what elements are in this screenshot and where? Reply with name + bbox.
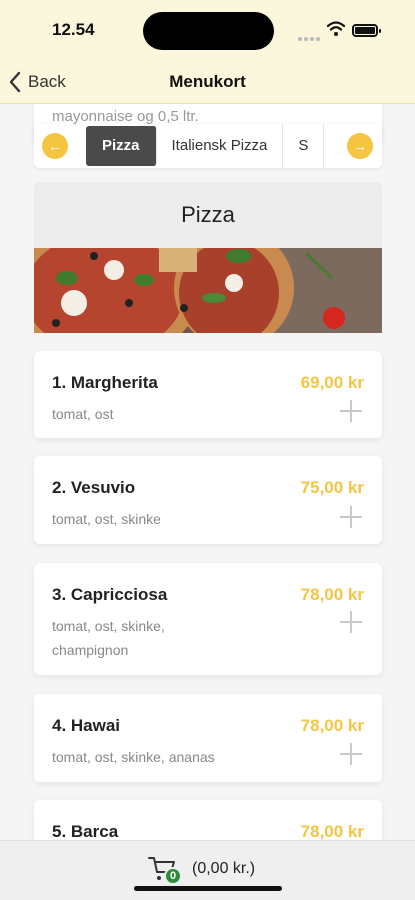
arrow-right-icon[interactable]: → — [347, 133, 373, 159]
item-name: 1. Margherita — [52, 373, 158, 392]
tab-pizza[interactable]: Pizza — [86, 126, 157, 166]
item-name: 4. Hawai — [52, 716, 121, 735]
cart-count-badge: 0 — [164, 867, 182, 885]
item-description: tomat, ost, skinke — [52, 511, 161, 527]
item-name: 2. Vesuvio — [52, 478, 136, 497]
menu-item-card[interactable]: 4. Hawai tomat, ost, skinke, ananas 78,0… — [34, 694, 382, 782]
cart-bar: 0 (0,00 kr.) — [0, 840, 415, 900]
menu-item-card[interactable]: 2. Vesuvio tomat, ost, skinke 75,00 kr — [34, 456, 382, 544]
signal-icon — [298, 28, 322, 41]
previous-item-description: mayonnaise og 0,5 ltr. — [52, 108, 199, 125]
item-name: 3. Capricciosa — [52, 585, 168, 604]
tab-italiensk-pizza[interactable]: Italiensk Pizza — [157, 124, 284, 168]
item-price: 78,00 kr — [300, 716, 364, 735]
menu-item-card[interactable]: 1. Margherita tomat, ost 69,00 kr — [34, 351, 382, 438]
item-description: tomat, ost — [52, 406, 114, 422]
dynamic-island — [143, 12, 274, 50]
wifi-icon — [327, 21, 345, 36]
battery-icon — [352, 24, 381, 37]
navigation-bar: Back Menukort — [0, 60, 415, 104]
cart-total: (0,00 kr.) — [192, 860, 256, 877]
home-indicator — [134, 886, 282, 891]
menu-item-card[interactable]: 3. Capricciosa tomat, ost, skinke, champ… — [34, 563, 382, 675]
add-item-plus-icon[interactable] — [340, 506, 362, 528]
add-item-plus-icon[interactable] — [340, 611, 362, 633]
item-description: tomat, ost, skinke, champignon — [52, 618, 165, 658]
pizza-banner-image — [34, 248, 382, 333]
status-bar: 12.54 — [0, 0, 415, 60]
add-item-plus-icon[interactable] — [340, 743, 362, 765]
page-title: Menukort — [169, 72, 246, 91]
tab-next-category[interactable]: S — [283, 124, 325, 168]
shopping-cart-icon: 0 — [148, 855, 182, 885]
cart-button[interactable]: 0 (0,00 kr.) — [148, 855, 256, 885]
section-title: Pizza — [34, 182, 382, 248]
item-price: 75,00 kr — [300, 478, 364, 497]
menu-scroll-view[interactable]: mayonnaise og 0,5 ltr. ← Pizza Italiensk … — [0, 104, 415, 840]
menu-item-card[interactable]: 5. Barca 78,00 kr — [34, 800, 382, 840]
arrow-left-icon[interactable]: ← — [42, 133, 68, 159]
item-name: 5. Barca — [52, 822, 119, 840]
item-description: tomat, ost, skinke, ananas — [52, 749, 215, 765]
item-price: 78,00 kr — [300, 585, 364, 604]
item-price: 69,00 kr — [300, 373, 364, 392]
category-tabs: Pizza Italiensk Pizza S — [86, 124, 340, 168]
add-item-plus-icon[interactable] — [340, 400, 362, 422]
category-bar: ← Pizza Italiensk Pizza S → — [34, 124, 382, 168]
status-time: 12.54 — [52, 20, 95, 39]
screen: 12.54 Back Menukort mayonnaise og 0,5 lt… — [0, 0, 415, 900]
item-price: 78,00 kr — [300, 822, 364, 840]
